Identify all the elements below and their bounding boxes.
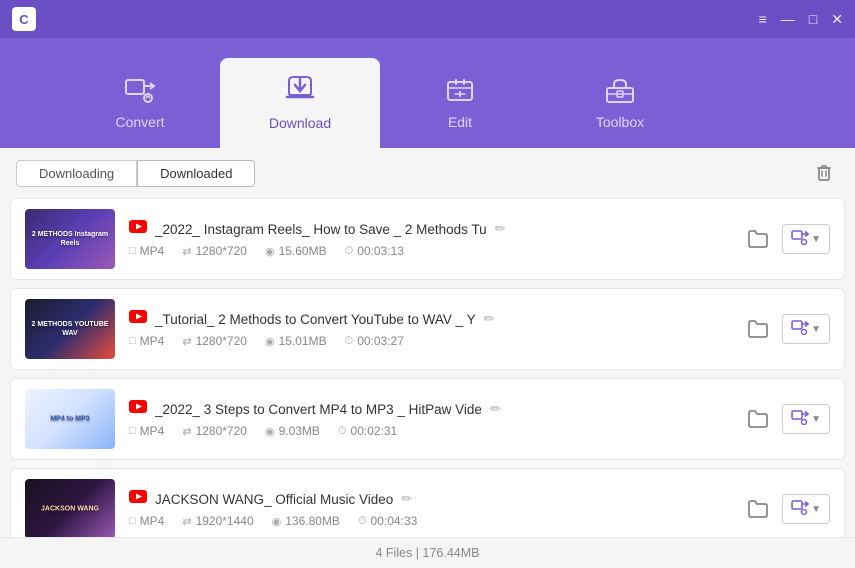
file-meta: □ MP4 ⇄ 1280*720 ◉ 9.03MB ⏱ 00:02:31	[129, 424, 728, 438]
youtube-icon	[129, 310, 147, 328]
open-folder-button[interactable]	[742, 313, 774, 345]
maximize-button[interactable]: □	[809, 12, 817, 26]
tab-edit[interactable]: Edit	[380, 58, 540, 148]
convert-button[interactable]: ▼	[782, 314, 830, 344]
subtab-downloaded[interactable]: Downloaded	[137, 160, 255, 187]
tab-toolbox[interactable]: Toolbox	[540, 58, 700, 148]
file-info: _2022_ 3 Steps to Convert MP4 to MP3 _ H…	[129, 400, 728, 438]
resolution-meta: ⇄ 1280*720	[182, 424, 247, 438]
file-edit-icon[interactable]: ✏	[401, 491, 412, 507]
tab-download-label: Download	[269, 115, 331, 131]
download-icon	[283, 75, 317, 109]
file-title: _2022_ Instagram Reels_ How to Save _ 2 …	[155, 222, 487, 237]
duration-meta: ⏱ 00:04:33	[358, 514, 417, 528]
file-info: _2022_ Instagram Reels_ How to Save _ 2 …	[129, 220, 728, 258]
file-list: 2 METHODS Instagram Reels _2022_ Instagr…	[0, 198, 855, 537]
file-info: _Tutorial_ 2 Methods to Convert YouTube …	[129, 310, 728, 348]
file-title: _Tutorial_ 2 Methods to Convert YouTube …	[155, 312, 476, 327]
format-meta: □ MP4	[129, 334, 164, 348]
duration-meta: ⏱ 00:03:13	[345, 244, 404, 258]
file-edit-icon[interactable]: ✏	[495, 221, 506, 237]
convert-button[interactable]: ▼	[782, 404, 830, 434]
resolution-meta: ⇄ 1280*720	[182, 334, 247, 348]
convert-btn-icon	[791, 409, 809, 429]
titlebar: C ≡ — □ ✕	[0, 0, 855, 38]
list-item: 2 METHODS Instagram Reels _2022_ Instagr…	[10, 198, 845, 280]
list-item: JACKSON WANG JACKSON WANG_ Official Musi…	[10, 468, 845, 537]
convert-button[interactable]: ▼	[782, 224, 830, 254]
duration-meta: ⏱ 00:02:31	[338, 424, 397, 438]
file-actions: ▼	[742, 223, 830, 255]
nav-bar: Convert Download Edit	[0, 38, 855, 148]
convert-btn-icon	[791, 229, 809, 249]
close-button[interactable]: ✕	[831, 12, 843, 26]
resolution-meta: ⇄ 1920*1440	[182, 514, 253, 528]
tab-convert[interactable]: Convert	[60, 58, 220, 148]
tab-convert-label: Convert	[115, 114, 164, 130]
subtab-downloading[interactable]: Downloading	[16, 160, 137, 187]
open-folder-button[interactable]	[742, 493, 774, 525]
youtube-icon	[129, 220, 147, 238]
file-summary-text: 4 Files | 176.44MB	[376, 546, 480, 560]
format-meta: □ MP4	[129, 514, 164, 528]
list-item: MP4 to MP3 _2022_ 3 Steps to Convert MP4…	[10, 378, 845, 460]
file-edit-icon[interactable]: ✏	[490, 401, 501, 417]
minimize-button[interactable]: —	[781, 12, 795, 26]
file-meta: □ MP4 ⇄ 1920*1440 ◉ 136.80MB ⏱ 00:04:33	[129, 514, 728, 528]
youtube-icon	[129, 490, 147, 508]
size-meta: ◉ 15.01MB	[265, 334, 327, 348]
file-actions: ▼	[742, 313, 830, 345]
size-meta: ◉ 9.03MB	[265, 424, 320, 438]
edit-icon	[444, 76, 476, 108]
delete-all-button[interactable]	[809, 158, 839, 188]
tab-download[interactable]: Download	[220, 58, 380, 148]
convert-btn-icon	[791, 319, 809, 339]
thumbnail: 2 METHODS Instagram Reels	[25, 209, 115, 269]
menu-icon[interactable]: ≡	[759, 12, 767, 26]
size-meta: ◉ 15.60MB	[265, 244, 327, 258]
file-meta: □ MP4 ⇄ 1280*720 ◉ 15.01MB ⏱ 00:03:27	[129, 334, 728, 348]
titlebar-controls: ≡ — □ ✕	[759, 12, 843, 26]
main-content: Downloading Downloaded 2 METHODS Instagr…	[0, 148, 855, 568]
sub-tabs: Downloading Downloaded	[16, 160, 255, 187]
open-folder-button[interactable]	[742, 403, 774, 435]
thumbnail: 2 METHODS YOUTUBE WAV	[25, 299, 115, 359]
file-title: _2022_ 3 Steps to Convert MP4 to MP3 _ H…	[155, 402, 482, 417]
sub-tabs-bar: Downloading Downloaded	[0, 148, 855, 198]
duration-meta: ⏱ 00:03:27	[345, 334, 404, 348]
thumbnail: MP4 to MP3	[25, 389, 115, 449]
tab-edit-label: Edit	[448, 114, 472, 130]
youtube-icon	[129, 400, 147, 418]
size-meta: ◉ 136.80MB	[272, 514, 340, 528]
file-title: JACKSON WANG_ Official Music Video	[155, 492, 393, 507]
format-meta: □ MP4	[129, 244, 164, 258]
convert-dropdown-icon: ▼	[811, 504, 821, 515]
convert-dropdown-icon: ▼	[811, 414, 821, 425]
format-meta: □ MP4	[129, 424, 164, 438]
toolbox-icon	[604, 76, 636, 108]
convert-btn-icon	[791, 499, 809, 519]
resolution-meta: ⇄ 1280*720	[182, 244, 247, 258]
file-actions: ▼	[742, 493, 830, 525]
open-folder-button[interactable]	[742, 223, 774, 255]
convert-icon	[124, 76, 156, 108]
file-info: JACKSON WANG_ Official Music Video ✏ □ M…	[129, 490, 728, 528]
convert-dropdown-icon: ▼	[811, 324, 821, 335]
file-meta: □ MP4 ⇄ 1280*720 ◉ 15.60MB ⏱ 00:03:13	[129, 244, 728, 258]
file-edit-icon[interactable]: ✏	[484, 311, 495, 327]
list-item: 2 METHODS YOUTUBE WAV _Tutorial_ 2 Metho…	[10, 288, 845, 370]
thumbnail: JACKSON WANG	[25, 479, 115, 537]
convert-button[interactable]: ▼	[782, 494, 830, 524]
tab-toolbox-label: Toolbox	[596, 114, 644, 130]
file-actions: ▼	[742, 403, 830, 435]
convert-dropdown-icon: ▼	[811, 234, 821, 245]
file-summary-footer: 4 Files | 176.44MB	[0, 537, 855, 568]
app-logo: C	[12, 7, 36, 31]
